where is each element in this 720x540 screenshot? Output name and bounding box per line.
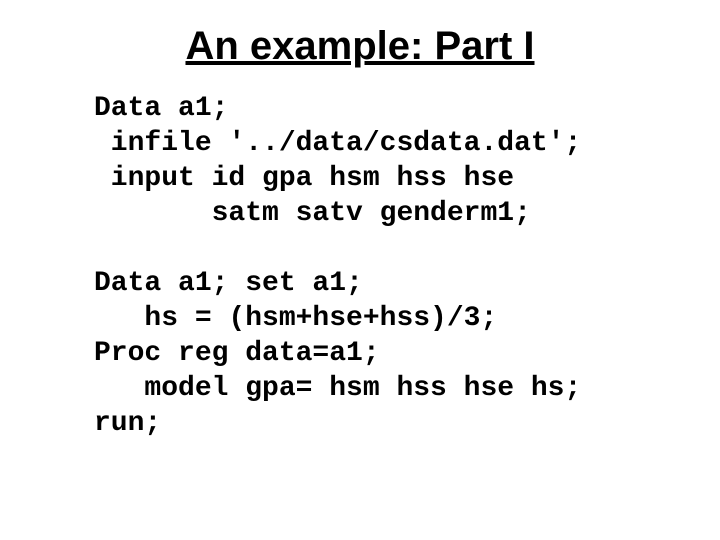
slide-title: An example: Part I	[60, 24, 660, 69]
code-block: Data a1; infile '../data/csdata.dat'; in…	[94, 91, 660, 441]
slide: An example: Part I Data a1; infile '../d…	[0, 0, 720, 540]
